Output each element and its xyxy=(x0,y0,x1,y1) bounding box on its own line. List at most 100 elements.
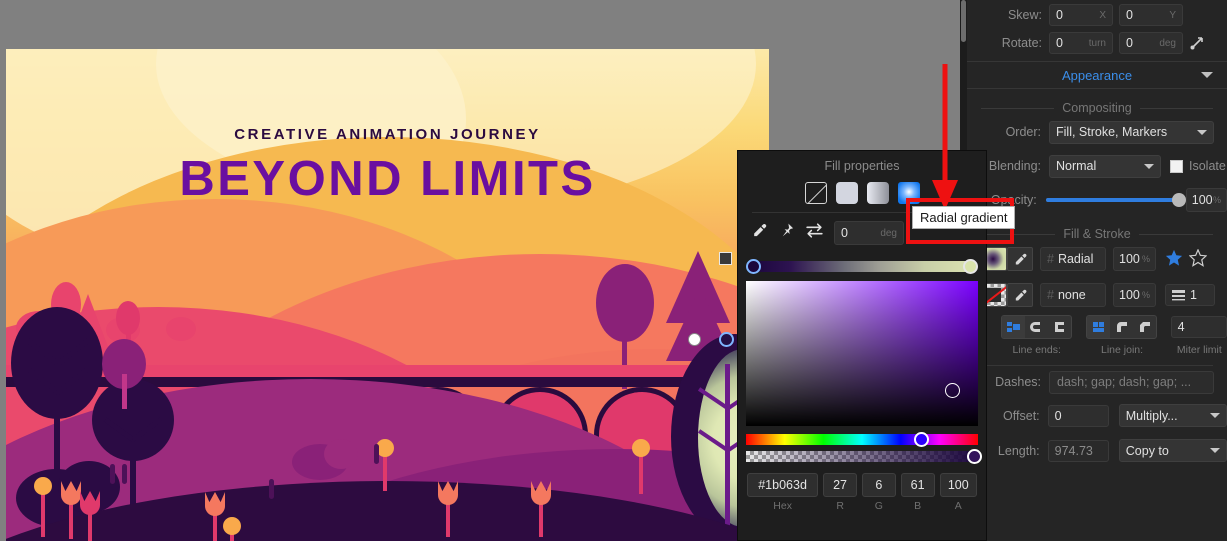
gradient-angle-input[interactable]: 0 deg xyxy=(834,221,904,245)
red-label: R xyxy=(836,500,844,512)
line-end-square-icon[interactable] xyxy=(1048,316,1071,338)
skew-label: Skew: xyxy=(1007,8,1042,22)
order-row: Order: Fill, Stroke, Markers xyxy=(967,115,1227,149)
saturation-value-picker[interactable] xyxy=(746,281,978,426)
line-join-bevel-icon[interactable] xyxy=(1133,316,1156,338)
stroke-opacity-input[interactable]: 100 % xyxy=(1113,283,1156,307)
sv-picker-cursor[interactable] xyxy=(945,383,960,398)
skew-y-input[interactable]: 0 Y xyxy=(1119,4,1183,26)
grass-blade xyxy=(110,464,115,484)
dashes-input[interactable]: dash; gap; dash; gap; ... xyxy=(1049,370,1214,394)
blue-input[interactable]: 61 xyxy=(900,473,935,497)
appearance-section-header[interactable]: Appearance xyxy=(967,62,1227,88)
shrub xyxy=(324,439,358,469)
line-join-group[interactable] xyxy=(1085,315,1157,339)
pin-icon[interactable] xyxy=(778,222,795,244)
line-end-butt-icon[interactable] xyxy=(1002,316,1025,338)
stroke-paint-field[interactable]: # none xyxy=(1040,283,1106,307)
grass-blade xyxy=(269,479,274,499)
fill-opacity-value: 100 xyxy=(1119,252,1140,266)
fill-row: # Radial 100 % xyxy=(967,241,1227,277)
skew-row: Skew: 0 X 0 Y xyxy=(967,0,1227,28)
hue-slider-knob[interactable] xyxy=(914,432,929,447)
artboard[interactable]: CREATIVE ANIMATION JOURNEY BEYOND LIMITS xyxy=(6,49,769,541)
hue-slider[interactable] xyxy=(746,432,978,447)
gradient-stop-end[interactable] xyxy=(963,259,978,274)
rotate-turn-value: 0 xyxy=(1056,36,1063,50)
hex-input[interactable]: #1b063d xyxy=(747,473,819,497)
opacity-input[interactable]: 100 % xyxy=(1185,188,1227,212)
alpha-input[interactable]: 100 xyxy=(939,473,978,497)
green-value: 6 xyxy=(875,478,883,492)
properties-panel: Skew: 0 X 0 Y Rotate: 0 turn 0 deg Appea… xyxy=(960,0,1227,541)
line-join-round-icon[interactable] xyxy=(1110,316,1133,338)
gradient-stop-handle[interactable] xyxy=(688,333,701,346)
tree-trunk xyxy=(54,349,60,479)
offset-input[interactable]: 0 xyxy=(1047,404,1109,427)
fill-stroke-section-divider: Fill & Stroke xyxy=(981,227,1213,241)
gradient-radius-handle-x[interactable] xyxy=(719,332,734,347)
fill-type-linear-gradient-button[interactable] xyxy=(866,182,889,204)
compositing-label: Compositing xyxy=(1062,101,1132,115)
alpha-value: 100 xyxy=(947,478,969,492)
flower-stem xyxy=(41,489,45,537)
green-input[interactable]: 6 xyxy=(861,473,896,497)
copy-to-dropdown[interactable]: Copy to xyxy=(1118,439,1227,462)
star-filled-icon[interactable] xyxy=(1165,249,1183,270)
line-end-round-icon[interactable] xyxy=(1025,316,1048,338)
opacity-value: 100 xyxy=(1191,193,1213,207)
rotate-deg-input[interactable]: 0 deg xyxy=(1119,32,1183,54)
flower-bloom xyxy=(34,477,52,495)
stroke-width-input[interactable]: 1 xyxy=(1165,284,1215,306)
eyedropper-icon[interactable] xyxy=(751,222,768,244)
rotate-label: Rotate: xyxy=(1001,36,1042,50)
order-dropdown[interactable]: Fill, Stroke, Markers xyxy=(1049,120,1214,144)
chevron-down-icon xyxy=(1210,413,1220,418)
fill-type-no-paint-button[interactable] xyxy=(804,182,827,204)
line-style-labels: Line ends: Line join: Miter limit xyxy=(967,341,1227,359)
fill-eyedropper-icon[interactable] xyxy=(1007,247,1033,271)
stroke-hash: # xyxy=(1047,288,1054,302)
anchor-point-icon[interactable] xyxy=(1189,33,1207,54)
isolate-checkbox[interactable] xyxy=(1170,159,1183,173)
miter-limit-label: Miter limit xyxy=(1176,344,1222,356)
fill-opacity-input[interactable]: 100 % xyxy=(1113,247,1156,271)
alpha-slider-knob[interactable] xyxy=(967,449,982,464)
length-value: 974.73 xyxy=(1054,443,1093,458)
blending-row: Blending: Normal Isolate xyxy=(967,149,1227,183)
rotate-deg-unit: deg xyxy=(1159,37,1176,49)
miter-limit-input[interactable]: 4 xyxy=(1170,316,1227,338)
opacity-unit: % xyxy=(1212,195,1221,205)
artwork-title[interactable]: BEYOND LIMITS xyxy=(6,151,769,207)
skew-x-input[interactable]: 0 X xyxy=(1049,4,1113,26)
blending-value: Normal xyxy=(1056,159,1097,173)
gradient-stop-start[interactable] xyxy=(746,259,761,274)
artwork-subtitle[interactable]: CREATIVE ANIMATION JOURNEY xyxy=(6,126,769,143)
swap-stops-icon[interactable] xyxy=(805,222,824,244)
opacity-slider-knob[interactable] xyxy=(1171,193,1186,207)
alpha-slider[interactable] xyxy=(746,449,982,464)
isolate-label: Isolate xyxy=(1189,159,1226,173)
red-input[interactable]: 27 xyxy=(823,473,857,497)
blue-label: B xyxy=(914,500,922,512)
rotate-turn-input[interactable]: 0 turn xyxy=(1049,32,1113,54)
fill-type-flat-color-button[interactable] xyxy=(835,182,858,204)
chevron-down-icon xyxy=(1210,448,1220,453)
dashes-placeholder: dash; gap; dash; gap; ... xyxy=(1057,375,1192,389)
multiply-dropdown[interactable]: Multiply... xyxy=(1118,404,1227,427)
gradient-preview xyxy=(750,261,974,272)
blending-dropdown[interactable]: Normal xyxy=(1049,154,1161,178)
line-join-miter-icon[interactable] xyxy=(1086,316,1110,338)
length-input: 974.73 xyxy=(1047,439,1109,462)
chevron-down-icon[interactable] xyxy=(1201,72,1213,78)
gradient-stops-bar[interactable] xyxy=(746,258,978,274)
line-ends-group[interactable] xyxy=(1001,315,1072,339)
gradient-center-handle[interactable] xyxy=(719,252,732,265)
order-value: Fill, Stroke, Markers xyxy=(1056,125,1168,139)
fill-paint-field[interactable]: # Radial xyxy=(1040,247,1106,271)
star-outline-icon[interactable] xyxy=(1188,247,1208,270)
stroke-eyedropper-icon[interactable] xyxy=(1007,283,1033,307)
opacity-slider[interactable] xyxy=(1045,193,1186,207)
rotate-turn-unit: turn xyxy=(1088,37,1106,49)
stroke-row: # none 100 % 1 xyxy=(967,277,1227,313)
